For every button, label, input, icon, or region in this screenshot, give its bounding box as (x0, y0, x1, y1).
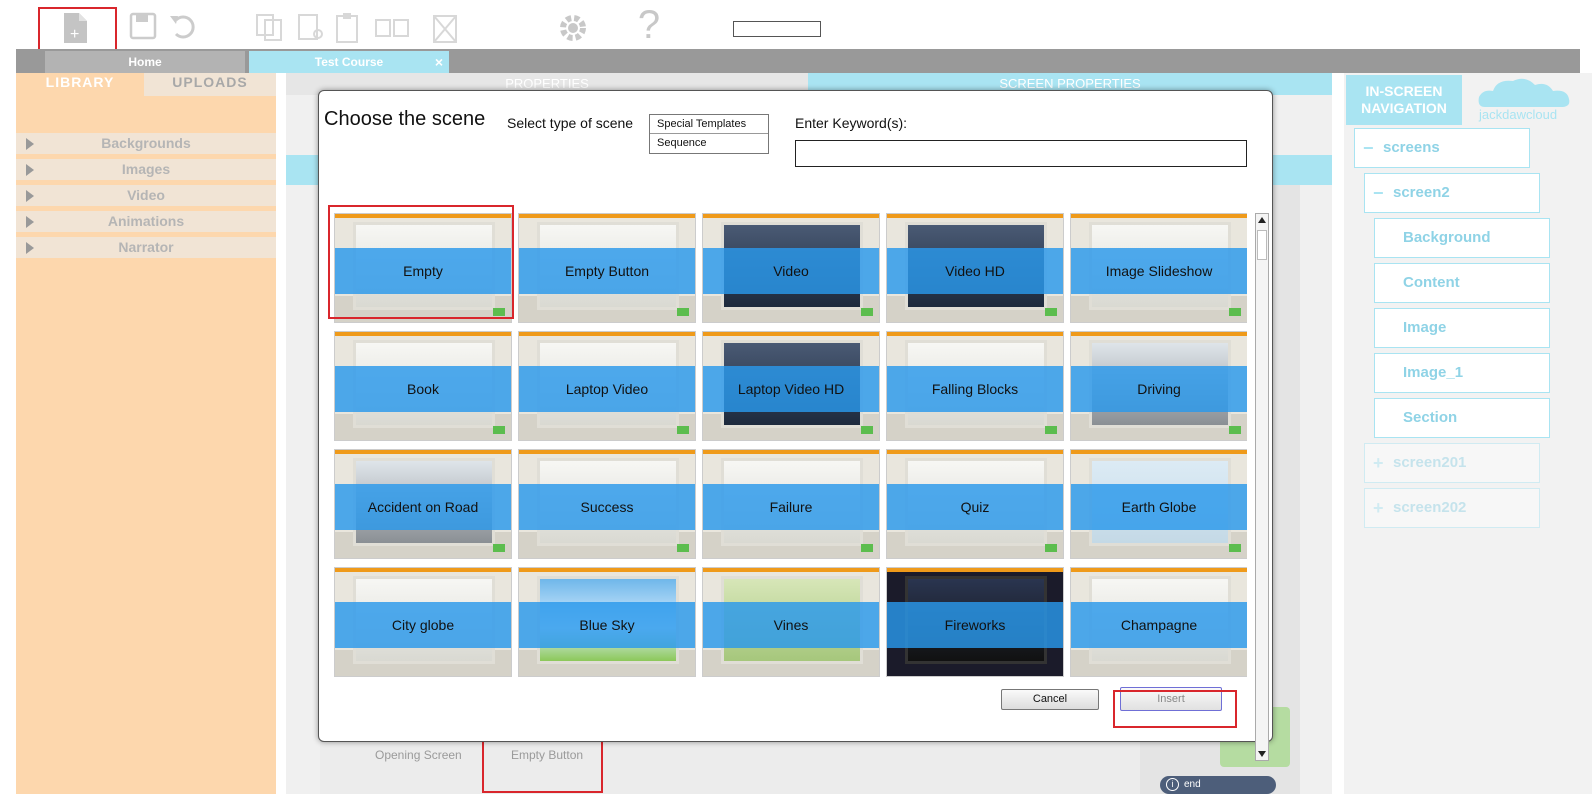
next-arrow-icon (677, 308, 689, 316)
nav-node-content[interactable]: Content (1374, 263, 1550, 303)
end-pill[interactable]: i end (1160, 776, 1276, 794)
collapse-icon: − (1373, 183, 1384, 203)
next-arrow-icon (1229, 544, 1241, 552)
tab-uploads[interactable]: UPLOADS (144, 73, 276, 96)
scene-tile-city-globe[interactable]: City globe (334, 567, 512, 677)
scene-tile-empty-button[interactable]: Empty Button (518, 213, 696, 323)
expand-icon: + (1373, 498, 1384, 518)
keyword-input[interactable] (795, 140, 1247, 167)
delete-icon[interactable] (428, 12, 462, 46)
next-arrow-icon (1229, 426, 1241, 434)
scene-tile-driving[interactable]: Driving (1070, 331, 1247, 441)
expand-arrow-icon (26, 216, 34, 228)
scene-tile-video[interactable]: Video (702, 213, 880, 323)
paste-icon[interactable] (332, 12, 366, 46)
scene-tile-image-slideshow[interactable]: Image Slideshow (1070, 213, 1247, 323)
scroll-thumb[interactable] (1257, 230, 1267, 260)
help-icon[interactable]: ? (632, 5, 666, 45)
scene-type-option-sequence[interactable]: Sequence (650, 134, 768, 153)
next-arrow-icon (677, 426, 689, 434)
save-icon[interactable] (126, 12, 160, 46)
nav-node-background[interactable]: Background (1374, 218, 1550, 258)
scene-tile-falling-blocks[interactable]: Falling Blocks (886, 331, 1064, 441)
scene-tile-failure[interactable]: Failure (702, 449, 880, 559)
nav-node-screen202[interactable]: + screen202 (1364, 488, 1540, 528)
scene-tile-video-hd[interactable]: Video HD (886, 213, 1064, 323)
library-item-backgrounds[interactable]: Backgrounds (16, 133, 276, 154)
duplicate-icon[interactable] (374, 12, 409, 46)
in-screen-navigation-title[interactable]: IN-SCREEN NAVIGATION (1346, 75, 1462, 125)
tab-test-course[interactable]: Test Course × (249, 51, 449, 73)
expand-icon: + (1373, 453, 1384, 473)
nav-node-screens[interactable]: − screens (1354, 128, 1530, 168)
library-item-video[interactable]: Video (16, 185, 276, 206)
expand-arrow-icon (26, 242, 34, 254)
nav-node-section[interactable]: Section (1374, 398, 1550, 438)
close-icon[interactable]: × (435, 51, 443, 73)
nav-node-screen2[interactable]: − screen2 (1364, 173, 1540, 213)
gear-icon[interactable] (556, 12, 590, 46)
keyword-label: Enter Keyword(s): (795, 115, 908, 131)
scene-tile-earth-globe[interactable]: Earth Globe (1070, 449, 1247, 559)
scroll-up-icon[interactable] (1258, 217, 1266, 223)
next-arrow-icon (861, 544, 873, 552)
next-arrow-icon (1045, 308, 1057, 316)
next-arrow-icon (861, 426, 873, 434)
choose-scene-dialog: Choose the scene Select type of scene Sp… (318, 90, 1273, 761)
selected-scene-highlight (328, 205, 514, 319)
nav-node-screen201[interactable]: + screen201 (1364, 443, 1540, 483)
new-page-icon[interactable]: + (58, 12, 92, 46)
cancel-button[interactable]: Cancel (1001, 689, 1099, 710)
scene-tile-book[interactable]: Book (334, 331, 512, 441)
scene-tile-laptop-video-hd[interactable]: Laptop Video HD (702, 331, 880, 441)
insert-highlight (1113, 690, 1237, 728)
next-arrow-icon (1229, 308, 1241, 316)
library-item-animations[interactable]: Animations (16, 211, 276, 232)
scene-tile-champagne[interactable]: Champagne (1070, 567, 1247, 677)
expand-arrow-icon (26, 138, 34, 150)
next-arrow-icon (1045, 426, 1057, 434)
collapse-icon: − (1363, 138, 1374, 158)
cut-icon[interactable] (294, 12, 328, 46)
tab-home[interactable]: Home (45, 51, 245, 73)
expand-arrow-icon (26, 190, 34, 202)
nav-node-image[interactable]: Image (1374, 308, 1550, 348)
jackdawcloud-logo: jackdawcloud (1475, 75, 1575, 125)
info-icon: i (1166, 778, 1179, 791)
library-item-narrator[interactable]: Narrator (16, 237, 276, 258)
scene-tile-laptop-video[interactable]: Laptop Video (518, 331, 696, 441)
scene-tile-success[interactable]: Success (518, 449, 696, 559)
copy-icon[interactable] (252, 12, 286, 46)
undo-icon[interactable] (166, 12, 200, 46)
expand-arrow-icon (26, 164, 34, 176)
nav-node-image-1[interactable]: Image_1 (1374, 353, 1550, 393)
scene-tile-fireworks[interactable]: Fireworks (886, 567, 1064, 677)
scene-type-list[interactable]: Special Templates Sequence (649, 114, 769, 154)
scene-type-option-special-templates[interactable]: Special Templates (650, 115, 768, 134)
scene-tile-vines[interactable]: Vines (702, 567, 880, 677)
scene-grid-scrollbar[interactable] (1255, 213, 1269, 761)
tab-library[interactable]: LIBRARY (16, 73, 144, 96)
next-arrow-icon (861, 308, 873, 316)
next-arrow-icon (493, 426, 505, 434)
next-arrow-icon (493, 544, 505, 552)
scroll-down-icon[interactable] (1258, 751, 1266, 757)
scene-tile-blue-sky[interactable]: Blue Sky (518, 567, 696, 677)
scene-tile-accident-on-road[interactable]: Accident on Road (334, 449, 512, 559)
dialog-title: Choose the scene (324, 108, 486, 130)
scene-tile-quiz[interactable]: Quiz (886, 449, 1064, 559)
toolbar-search-input[interactable] (733, 21, 821, 37)
library-item-images[interactable]: Images (16, 159, 276, 180)
next-arrow-icon (677, 544, 689, 552)
next-arrow-icon (1045, 544, 1057, 552)
library-panel: LIBRARY UPLOADS Backgrounds Images Video… (16, 73, 276, 794)
scene-type-label: Select type of scene (507, 115, 634, 131)
